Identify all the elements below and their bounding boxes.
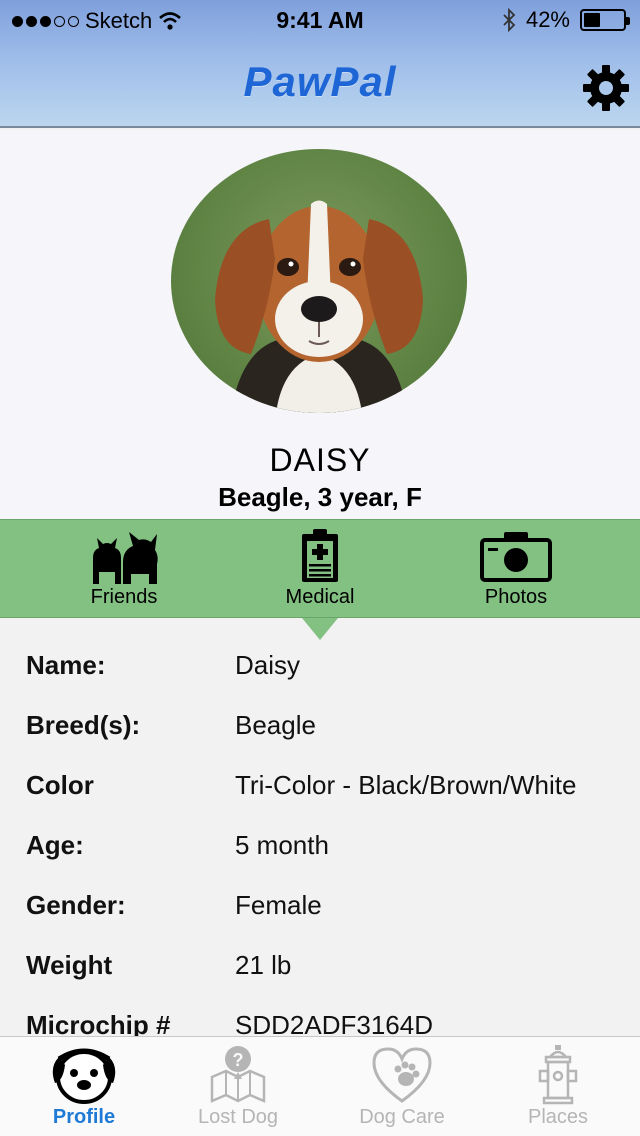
detail-row-weight: Weight 21 lb: [0, 940, 640, 1000]
camera-icon: [480, 532, 552, 582]
svg-text:?: ?: [233, 1050, 244, 1070]
detail-label: Gender:: [26, 890, 126, 920]
fire-hydrant-icon: [538, 1045, 578, 1105]
battery-icon: [580, 9, 630, 31]
detail-row-gender: Gender: Female: [0, 880, 640, 940]
tabbar-item-dog-care[interactable]: Dog Care: [322, 1037, 482, 1136]
tab-photos-label: Photos: [484, 586, 548, 608]
tabbar-item-places[interactable]: Places: [478, 1037, 638, 1136]
status-bar: Sketch 9:41 AM 42%: [0, 0, 640, 40]
detail-value: SDD2ADF3164D: [235, 1010, 433, 1036]
detail-value: 5 month: [235, 830, 329, 860]
friends-icon: [93, 532, 158, 584]
tabbar-item-lost-dog[interactable]: ? Lost Dog: [158, 1037, 318, 1136]
detail-label: Color: [26, 770, 94, 800]
gear-icon[interactable]: [582, 64, 630, 112]
map-question-icon: ?: [210, 1046, 266, 1103]
detail-row-age: Age: 5 month: [0, 820, 640, 880]
tab-friends[interactable]: Friends: [64, 520, 184, 618]
header: Sketch 9:41 AM 42% PawPal: [0, 0, 640, 128]
detail-label: Weight: [26, 950, 113, 980]
detail-value: Daisy: [235, 650, 301, 680]
tabbar-label-dog-care: Dog Care: [359, 1106, 445, 1128]
dog-photo[interactable]: [171, 149, 467, 413]
detail-value: Female: [235, 890, 322, 920]
profile-header: DAISY Beagle, 3 year, F: [0, 130, 640, 519]
active-tab-pointer: [302, 618, 338, 640]
detail-label: Name:: [26, 650, 106, 680]
battery-percent: 42%: [525, 7, 570, 32]
dog-face-icon: [52, 1048, 116, 1104]
tab-friends-label: Friends: [90, 586, 158, 608]
detail-row-color: Color Tri-Color - Black/Brown/White: [0, 760, 640, 820]
detail-row-breed: Breed(s): Beagle: [0, 700, 640, 760]
dog-photo-illustration: [215, 200, 423, 413]
battery-fill: [584, 13, 600, 27]
detail-label: Microchip #: [26, 1010, 171, 1036]
dog-name: DAISY: [269, 442, 371, 478]
tabbar-label-profile: Profile: [52, 1106, 116, 1128]
detail-label: Breed(s):: [26, 710, 141, 740]
tabbar-label-places: Places: [527, 1106, 589, 1128]
clipboard-icon: [302, 529, 338, 582]
status-right: 42%: [502, 7, 630, 33]
tab-medical[interactable]: Medical: [260, 520, 380, 618]
bottom-tab-bar: Profile ? Lost Dog Dog Care Places: [0, 1036, 640, 1136]
detail-row-name: Name: Daisy: [0, 640, 640, 700]
dog-summary: Beagle, 3 year, F: [218, 482, 422, 512]
detail-label: Age:: [26, 830, 84, 860]
section-tabs: Friends Medical Photos: [0, 519, 640, 618]
detail-value: Tri-Color - Black/Brown/White: [235, 770, 577, 800]
tab-medical-label: Medical: [285, 586, 355, 608]
bluetooth-icon: [503, 8, 516, 32]
detail-value: Beagle: [235, 710, 316, 740]
details-list: Name: Daisy Breed(s): Beagle Color Tri-C…: [0, 640, 640, 1036]
heart-paw-icon: [372, 1047, 432, 1103]
tabbar-item-profile[interactable]: Profile: [4, 1037, 164, 1136]
tabbar-label-lost-dog: Lost Dog: [197, 1106, 279, 1128]
tab-photos[interactable]: Photos: [456, 520, 576, 618]
detail-value: 21 lb: [235, 950, 292, 980]
app-title: PawPal: [243, 58, 397, 105]
detail-row-microchip: Microchip # SDD2ADF3164D: [0, 1000, 640, 1036]
